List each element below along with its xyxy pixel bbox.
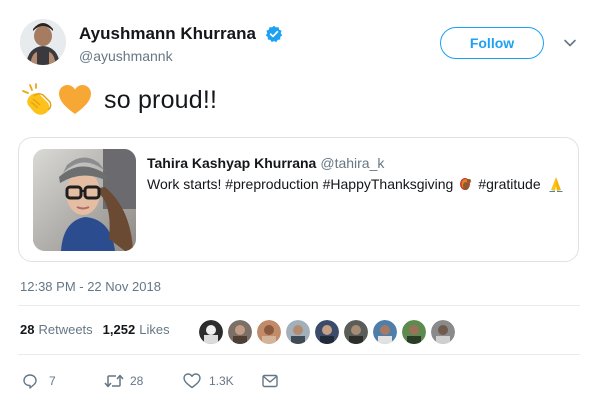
liker-avatar[interactable] bbox=[314, 319, 340, 345]
tweet-timestamp[interactable]: 12:38 PM - 22 Nov 2018 bbox=[20, 279, 161, 294]
engagement-stats: 28 Retweets 1,252 Likes bbox=[20, 322, 170, 337]
liker-avatar[interactable] bbox=[343, 319, 369, 345]
quoted-tweet-card[interactable]: Tahira Kashyap Khurrana @tahira_k Work st… bbox=[18, 137, 579, 262]
liker-avatar[interactable] bbox=[372, 319, 398, 345]
like-count: 1.3K bbox=[209, 374, 234, 388]
author-handle[interactable]: @ayushmannk bbox=[79, 48, 173, 64]
liker-avatar[interactable] bbox=[285, 319, 311, 345]
tweet-text: so proud!! bbox=[20, 82, 217, 118]
quoted-tweet-body: Work starts! #preproduction #HappyThanks… bbox=[147, 176, 454, 192]
quoted-author-name: Tahira Kashyap Khurrana bbox=[147, 155, 317, 171]
retweet-count: 28 bbox=[130, 374, 144, 388]
follow-button[interactable]: Follow bbox=[440, 27, 544, 59]
retweets-stat[interactable]: 28 Retweets bbox=[20, 322, 93, 337]
like-action[interactable]: 1.3K bbox=[183, 372, 234, 390]
retweets-stat-count: 28 bbox=[20, 322, 35, 337]
likes-stat-label: Likes bbox=[139, 322, 170, 337]
author-avatar[interactable] bbox=[20, 19, 66, 65]
retweets-stat-label: Retweets bbox=[38, 322, 93, 337]
clapping-hands-emoji-icon bbox=[22, 83, 52, 115]
liker-avatar[interactable] bbox=[227, 319, 253, 345]
folded-hands-emoji-icon bbox=[548, 177, 563, 192]
liker-avatar[interactable] bbox=[198, 319, 224, 345]
quoted-tweet-image[interactable] bbox=[33, 149, 136, 251]
liker-avatar[interactable] bbox=[256, 319, 282, 345]
quoted-tweet-text: Work starts! #preproduction #HappyThanks… bbox=[147, 176, 565, 192]
quoted-author-handle: @tahira_k bbox=[320, 155, 385, 171]
turkey-emoji-icon bbox=[460, 178, 473, 190]
tweet-body: so proud!! bbox=[104, 85, 218, 114]
envelope-icon bbox=[262, 374, 278, 388]
direct-message-action[interactable] bbox=[262, 372, 278, 390]
verified-badge-icon bbox=[265, 25, 283, 43]
quoted-tweet-hashtag-gratitude[interactable]: #gratitude bbox=[478, 176, 540, 192]
retweet-action[interactable]: 28 bbox=[104, 372, 143, 390]
reply-icon bbox=[23, 374, 37, 389]
divider bbox=[18, 354, 580, 355]
divider bbox=[18, 305, 580, 306]
orange-heart-emoji-icon bbox=[59, 85, 91, 114]
chevron-down-icon[interactable] bbox=[563, 36, 577, 50]
quoted-tweet-header: Tahira Kashyap Khurrana @tahira_k bbox=[147, 155, 384, 171]
heart-icon bbox=[183, 373, 201, 389]
reply-action[interactable]: 7 bbox=[22, 372, 56, 390]
likes-stat-count: 1,252 bbox=[102, 322, 136, 337]
liker-avatar[interactable] bbox=[430, 319, 456, 345]
likes-stat[interactable]: 1,252 Likes bbox=[103, 322, 170, 337]
reply-count: 7 bbox=[49, 374, 56, 388]
liker-avatars bbox=[198, 319, 459, 345]
author-name[interactable]: Ayushmann Khurrana bbox=[79, 24, 256, 44]
retweet-icon bbox=[104, 374, 124, 388]
liker-avatar[interactable] bbox=[401, 319, 427, 345]
